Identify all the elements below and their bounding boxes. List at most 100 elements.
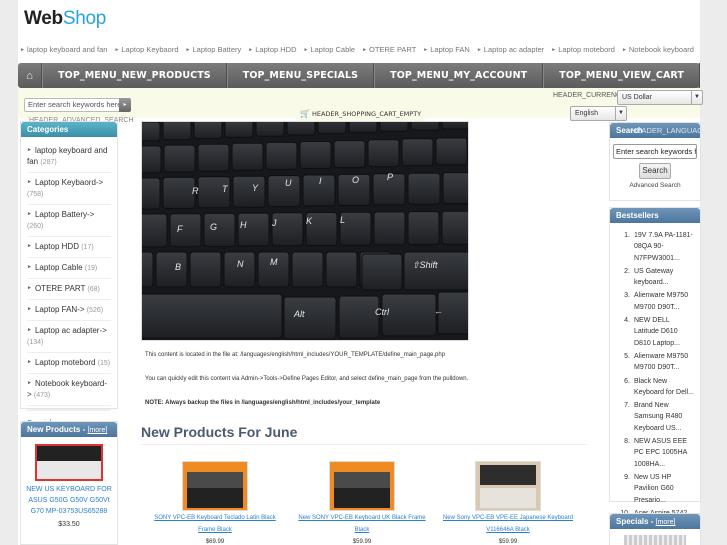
- category-item[interactable]: ► Laptop Keybaord-> (758): [27, 173, 111, 205]
- category-bar-link[interactable]: ► Laptop Keybaord: [114, 45, 178, 54]
- sidebar-product-price: $33.50: [58, 521, 80, 528]
- bullet-icon: ►: [476, 47, 482, 53]
- bullet-icon: ►: [27, 243, 32, 249]
- category-item[interactable]: ► Laptop ac adapter-> (134): [27, 321, 111, 353]
- category-item[interactable]: ► Laptop Cable (19): [27, 258, 111, 279]
- bestseller-item[interactable]: 9. New US HP Pavilion G60 Presario...: [618, 472, 696, 506]
- svg-text:L: L: [340, 215, 345, 225]
- bestseller-item[interactable]: 4. NEW DELL Latitude D610 D810 Laptop...: [618, 315, 696, 349]
- header-search-button[interactable]: ▸: [119, 98, 131, 112]
- currency-select[interactable]: US Dollar ▼: [617, 90, 703, 105]
- svg-text:←: ←: [434, 306, 443, 316]
- specials-more-link[interactable]: [more]: [656, 519, 676, 526]
- top-menu: ⌂ TOP_MENU_NEW_PRODUCTS TOP_MENU_SPECIAL…: [18, 63, 700, 88]
- tab-view-cart[interactable]: TOP_MENU_VIEW_CART: [543, 63, 700, 88]
- bullet-icon: ►: [27, 264, 32, 270]
- bestseller-item[interactable]: 2. US Gateway keyboard...: [618, 266, 696, 289]
- specials-product-image[interactable]: [624, 535, 686, 545]
- category-item[interactable]: ► Laptop motebord (15): [27, 353, 111, 374]
- product-image[interactable]: [475, 461, 541, 511]
- bullet-icon: ►: [27, 359, 32, 365]
- svg-text:B: B: [175, 262, 181, 272]
- category-item[interactable]: ► Laptop HDD (17): [27, 237, 111, 258]
- category-bar-link[interactable]: ► Laptop Cable: [304, 45, 356, 54]
- category-bar-link[interactable]: ► OTERE PART: [362, 45, 416, 54]
- bullet-icon: ►: [27, 179, 32, 185]
- divider: [141, 444, 587, 445]
- bestseller-item[interactable]: 8. NEW ASUS EEE PC EPC 1005HA 1008HA...: [618, 436, 696, 470]
- svg-text:Alt: Alt: [293, 309, 305, 319]
- product-link[interactable]: New Sony VPC-EB VPE-EE Japanese Keyboard…: [438, 512, 578, 536]
- category-bar-link[interactable]: ► Laptop HDD: [248, 45, 296, 54]
- bestsellers-title: Bestsellers: [610, 208, 700, 223]
- product-image[interactable]: [329, 461, 395, 511]
- bullet-icon: ►: [185, 47, 191, 53]
- tab-specials[interactable]: TOP_MENU_SPECIALS: [226, 63, 375, 88]
- site-logo[interactable]: WebShop: [24, 8, 106, 30]
- main-content-text-1: This content is located in the file at: …: [145, 352, 446, 358]
- category-item[interactable]: ► Laptop Battery-> (260): [27, 205, 111, 237]
- sidebar-new-products-box: New Products - [more] NEW US KEYBOARD FO…: [20, 421, 118, 545]
- bestseller-item[interactable]: 7. Brand New Samsung R480 Keyboard US...: [618, 400, 696, 434]
- product-price: $59.99: [352, 539, 372, 545]
- category-bar-link[interactable]: ► Laptop FAN: [423, 45, 470, 54]
- category-bar-link[interactable]: ► Laptop ac adapter: [477, 45, 544, 54]
- bullet-icon: ►: [551, 47, 557, 53]
- page-scrollbar[interactable]: [703, 0, 727, 545]
- sidebar-search-button[interactable]: Search: [639, 163, 671, 179]
- category-bar: ► laptop keyboard and fan ► Laptop Keybaord…: [20, 45, 710, 54]
- bestseller-item[interactable]: 3. Alienware M9750 M9700 D90T...: [618, 290, 696, 313]
- shopping-cart-status[interactable]: 🛒 HEADER_SHOPPING_CART_EMPTY: [296, 107, 426, 121]
- svg-text:F: F: [177, 224, 183, 234]
- header-search-input[interactable]: Enter search keywords here: [24, 98, 120, 112]
- product-image[interactable]: [182, 461, 248, 511]
- category-item[interactable]: ► OTERE PART (68): [27, 279, 111, 300]
- svg-text:Ctrl: Ctrl: [375, 307, 390, 317]
- sidebar-product-name[interactable]: NEW US KEYBOARD FOR ASUS G50G G50V G50Vt…: [21, 484, 117, 517]
- bullet-icon: ►: [248, 47, 254, 53]
- bestseller-item[interactable]: 1. 19V 7.9A PA-1181-08QA 90-N7FPW3001...: [618, 230, 696, 264]
- specials-box: Specials - [more]: [609, 513, 701, 545]
- bullet-icon: ►: [27, 211, 32, 217]
- product-link[interactable]: New SONY VPC-EB Keyboard UK Black Frame …: [292, 512, 432, 536]
- sidebar-product-image[interactable]: [35, 444, 103, 481]
- chevron-down-icon: ▼: [615, 107, 626, 120]
- category-item[interactable]: ► Laptop FAN-> (526): [27, 300, 111, 321]
- specials-title: Specials -: [616, 517, 656, 526]
- svg-text:M: M: [270, 257, 278, 267]
- category-item[interactable]: ► laptop keyboard and fan (287): [27, 141, 111, 173]
- categories-box: Categories ► laptop keyboard and fan (287…: [20, 121, 118, 462]
- svg-text:⇧Shift: ⇧Shift: [412, 260, 438, 270]
- cart-icon: 🛒: [300, 109, 310, 118]
- category-bar-link[interactable]: ► laptop keyboard and fan: [20, 45, 107, 54]
- tab-my-account[interactable]: TOP_MENU_MY_ACCOUNT: [374, 63, 544, 88]
- language-select[interactable]: English ▼: [570, 106, 627, 121]
- sidebar-new-products-more-link[interactable]: [more]: [87, 427, 107, 434]
- product-card: SONY VPC-EB Keyboard Teclado Latin Black…: [145, 461, 285, 545]
- bullet-icon: ►: [27, 380, 32, 386]
- bestseller-item[interactable]: 5. Alienware M9750 M9700 D90T...: [618, 351, 696, 374]
- bullet-icon: ►: [27, 285, 32, 291]
- home-icon[interactable]: ⌂: [18, 63, 43, 88]
- category-bar-link[interactable]: ► Notebook keyboard: [622, 45, 694, 54]
- languages-label: HEADER_LANGUAGES: [631, 126, 714, 135]
- bullet-icon: ►: [621, 47, 627, 53]
- category-bar-link[interactable]: ► Laptop motebord: [551, 45, 615, 54]
- category-item[interactable]: ► Notebook keyboard-> (473): [27, 374, 111, 406]
- chevron-down-icon: ▼: [691, 91, 702, 104]
- product-link[interactable]: SONY VPC-EB Keyboard Teclado Latin Black…: [145, 512, 285, 536]
- sidebar-search-input[interactable]: Enter search keywords here: [613, 144, 697, 159]
- hero-keyboard-image: ⇧Shift Alt Ctrl ← U I O P H J K L B N M …: [141, 121, 469, 341]
- tab-new-products[interactable]: TOP_MENU_NEW_PRODUCTS: [42, 63, 227, 88]
- svg-text:U: U: [285, 178, 292, 188]
- product-price: $69.99: [205, 539, 225, 545]
- advanced-search-link[interactable]: Advanced Search: [610, 182, 700, 189]
- svg-text:K: K: [306, 216, 313, 226]
- bestseller-item[interactable]: 6. Black New Keyboard for Dell...: [618, 376, 696, 399]
- main-content-text-2: You can quickly edit this content via Ad…: [145, 376, 469, 382]
- svg-text:P: P: [387, 172, 393, 182]
- category-bar-link[interactable]: ► Laptop Battery: [186, 45, 242, 54]
- bullet-icon: ►: [303, 47, 309, 53]
- bullet-icon: ►: [27, 147, 32, 153]
- bestsellers-list: 1. 19V 7.9A PA-1181-08QA 90-N7FPW3001... 2…: [610, 223, 700, 530]
